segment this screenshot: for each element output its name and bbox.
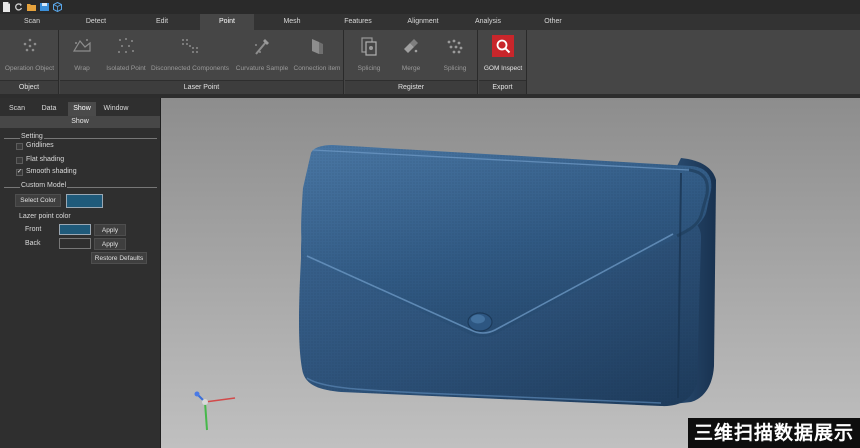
- ribbon-group-label: Export: [479, 80, 526, 94]
- connection-item-icon: [312, 39, 323, 54]
- ribbon-group-export: GOM Inspect Export: [479, 30, 527, 94]
- side-panel: Scan Data Show Window Show Setting Gridl…: [0, 98, 160, 448]
- panel-tabs: Scan Data Show Window: [0, 102, 160, 116]
- open-folder-icon[interactable]: [27, 2, 36, 12]
- panel-tab-window[interactable]: Window: [100, 102, 132, 116]
- tab-point[interactable]: Point: [200, 14, 254, 30]
- flat-shading-option[interactable]: Flat shading: [16, 156, 116, 166]
- axis-gizmo: [194, 391, 236, 431]
- gridlines-checkbox[interactable]: [16, 143, 23, 150]
- custom-model-section: Custom Model: [0, 182, 160, 192]
- tab-detect[interactable]: Detect: [78, 14, 114, 30]
- merge-icon: [404, 39, 418, 53]
- ribbon-group-laser-point: Wrap Isolated Point Disconnected Compone…: [60, 30, 344, 94]
- curvature-sample-label: Curvature Sample: [235, 65, 289, 72]
- connection-item-label: Connection item: [293, 65, 341, 72]
- splicing-points-button[interactable]: Splicing: [435, 33, 475, 79]
- restore-defaults-button[interactable]: Restore Defaults: [91, 252, 147, 264]
- tab-features[interactable]: Features: [337, 14, 379, 30]
- tab-analysis[interactable]: Analysis: [467, 14, 509, 30]
- gom-inspect-button[interactable]: GOM Inspect: [481, 33, 525, 79]
- select-color-button[interactable]: Select Color: [15, 194, 61, 207]
- tab-mesh[interactable]: Mesh: [274, 14, 310, 30]
- connection-item-button[interactable]: Connection item: [292, 33, 342, 79]
- disconnected-components-icon: [182, 39, 198, 53]
- gom-inspect-label: GOM Inspect: [483, 65, 523, 72]
- back-color-swatch[interactable]: [59, 238, 91, 249]
- back-label: Back: [25, 240, 41, 247]
- ribbon-group-label: Laser Point: [60, 80, 343, 94]
- curvature-sample-button[interactable]: Curvature Sample: [234, 33, 290, 79]
- panel-tab-scan[interactable]: Scan: [2, 102, 32, 116]
- disconnected-components-label: Disconnected Components: [150, 65, 230, 72]
- flat-shading-checkbox[interactable]: [16, 157, 23, 164]
- ribbon-group-label: Object: [0, 80, 58, 94]
- operation-object-icon: [23, 38, 36, 52]
- gom-inspect-icon: [492, 35, 514, 57]
- ribbon: Operation Object Object Wrap Isolated Po…: [0, 30, 860, 94]
- curvature-sample-icon: [255, 39, 269, 55]
- splicing-icon: [361, 37, 377, 56]
- ribbon-group-object: Operation Object Object: [0, 30, 59, 94]
- tab-alignment[interactable]: Alignment: [400, 14, 446, 30]
- isolated-point-button[interactable]: Isolated Point: [104, 33, 148, 79]
- splicing-button[interactable]: Splicing: [349, 33, 389, 79]
- smooth-shading-checkbox[interactable]: ✓: [16, 169, 23, 176]
- isolated-point-label: Isolated Point: [106, 65, 146, 72]
- ribbon-group-label: Register: [345, 80, 477, 94]
- point-cloud-icon: [447, 39, 463, 54]
- wrap-button[interactable]: Wrap: [64, 33, 100, 79]
- save-icon[interactable]: [40, 2, 49, 12]
- panel-tab-data[interactable]: Data: [34, 102, 64, 116]
- menu-bar: Scan Detect Edit Point Mesh Features Ali…: [0, 14, 860, 30]
- front-label: Front: [25, 226, 42, 233]
- back-apply-button[interactable]: Apply: [94, 238, 126, 250]
- cube-icon[interactable]: [53, 2, 62, 12]
- gridlines-label: Gridlines: [26, 142, 54, 149]
- show-header: Show: [0, 116, 160, 128]
- wrap-label: Wrap: [74, 65, 90, 72]
- watermark-caption: 三维扫描数据展示: [687, 418, 860, 448]
- refresh-icon[interactable]: [14, 2, 23, 12]
- new-file-icon[interactable]: [2, 2, 11, 12]
- wrap-icon: [72, 39, 91, 52]
- front-color-swatch[interactable]: [59, 224, 91, 235]
- lazer-point-color-title: Lazer point color: [19, 213, 71, 220]
- ribbon-group-register: Splicing Merge Splicing Register: [345, 30, 478, 94]
- tab-scan[interactable]: Scan: [14, 14, 50, 30]
- merge-label: Merge: [401, 65, 421, 72]
- isolated-point-icon: [118, 38, 134, 53]
- scanned-clutch-model: [299, 145, 716, 407]
- merge-button[interactable]: Merge: [391, 33, 431, 79]
- custom-model-title: Custom Model: [20, 182, 68, 189]
- model-color-swatch[interactable]: [66, 194, 103, 208]
- splicing-points-label: Splicing: [443, 65, 467, 72]
- flat-shading-label: Flat shading: [26, 156, 65, 163]
- gridlines-option[interactable]: Gridlines: [16, 142, 116, 152]
- splicing-label: Splicing: [357, 65, 381, 72]
- smooth-shading-label: Smooth shading: [26, 168, 77, 175]
- front-apply-button[interactable]: Apply: [94, 224, 126, 236]
- tab-edit[interactable]: Edit: [144, 14, 180, 30]
- panel-tab-show[interactable]: Show: [68, 102, 96, 116]
- operation-object-label: Operation Object: [4, 65, 55, 72]
- disconnected-components-button[interactable]: Disconnected Components: [150, 33, 230, 79]
- 3d-viewport[interactable]: 三维扫描数据展示: [161, 98, 860, 448]
- quick-access-bar: [0, 0, 860, 14]
- tab-other[interactable]: Other: [536, 14, 570, 30]
- operation-object-button[interactable]: Operation Object: [2, 33, 57, 79]
- setting-title: Setting: [20, 133, 44, 140]
- smooth-shading-option[interactable]: ✓ Smooth shading: [16, 168, 116, 178]
